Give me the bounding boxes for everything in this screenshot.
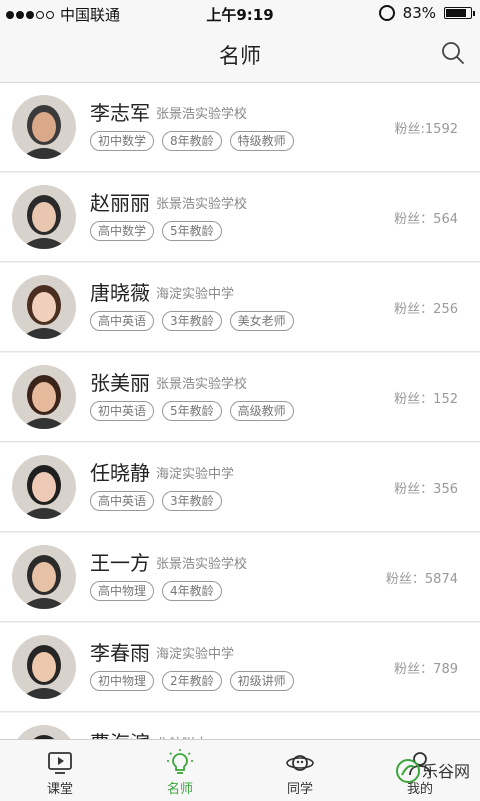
lightbulb-icon [167, 749, 193, 774]
teacher-name: 唐晓薇 [90, 281, 150, 305]
teacher-tags: 初中物理 2年教龄 初级讲师 [90, 671, 294, 691]
tab-label: 课堂 [46, 782, 73, 797]
teacher-row[interactable]: 李春雨 海淀实验中学 初中物理 2年教龄 初级讲师 粉丝：789 [0, 623, 480, 712]
tab-label: 同学 [286, 782, 313, 797]
fans-count: 粉丝:1592 [394, 122, 458, 137]
tab-label: 名师 [166, 782, 193, 797]
teacher-row[interactable]: 王一方 张景浩实验学校 高中物理 4年教龄 粉丝：5874 [0, 533, 480, 622]
teacher-tags: 高中英语 3年教龄 [90, 491, 222, 511]
fans-count: 粉丝：356 [394, 482, 458, 497]
tag-badge: 初级讲师 [229, 671, 294, 691]
tag-badge: 5年教龄 [162, 221, 222, 241]
tag-badge: 3年教龄 [162, 311, 222, 331]
tag-badge: 3年教龄 [162, 491, 222, 511]
teacher-school: 张景浩实验学校 [156, 377, 248, 392]
avatar [12, 635, 76, 699]
tag-badge: 4年教龄 [162, 581, 222, 601]
tab-classroom[interactable]: 课堂 [0, 740, 120, 801]
teacher-row[interactable]: 曹海滨北航附中 [0, 713, 480, 739]
avatar [12, 545, 76, 609]
teacher-tags: 高中数学 5年教龄 [90, 221, 222, 241]
avatar [12, 455, 76, 519]
status-right: 83% [378, 4, 475, 22]
tag-badge: 初中物理 [90, 671, 155, 691]
tab-teachers[interactable]: 名师 [120, 740, 240, 801]
tag-badge: 特级教师 [229, 131, 294, 151]
teacher-tags: 高中英语 3年教龄 美女老师 [90, 311, 294, 331]
tab-classmates[interactable]: 同学 [240, 740, 360, 801]
teacher-tags: 高中物理 4年教龄 [90, 581, 222, 601]
status-bar: 中国联通 上午9:19 83% [0, 0, 480, 26]
teacher-school: 张景浩实验学校 [156, 107, 248, 122]
nav-bar: 名师 [0, 26, 480, 83]
teacher-row[interactable]: 唐晓薇 海淀实验中学 高中英语 3年教龄 美女老师 粉丝：256 [0, 263, 480, 352]
tag-badge: 5年教龄 [162, 401, 222, 421]
fans-count: 粉丝：152 [394, 392, 458, 407]
teacher-tags: 初中英语 5年教龄 高级教师 [90, 401, 294, 421]
search-button[interactable] [440, 40, 466, 66]
search-icon [442, 42, 464, 64]
tab-bar: 课堂 名师 同学 我的 乐谷网 [0, 739, 480, 801]
battery-percent: 83% [402, 4, 436, 22]
alarm-icon [378, 5, 395, 21]
tag-badge: 高中数学 [90, 221, 155, 241]
avatar [12, 185, 76, 249]
battery-icon [444, 7, 475, 19]
teacher-name: 李志军 [90, 101, 150, 125]
teacher-name: 赵丽丽 [90, 191, 150, 215]
avatar [12, 725, 76, 739]
teacher-row[interactable]: 赵丽丽 张景浩实验学校 高中数学 5年教龄 粉丝：564 [0, 173, 480, 262]
teacher-row[interactable]: 张美丽 张景浩实验学校 初中英语 5年教龄 高级教师 粉丝：152 [0, 353, 480, 442]
svg-text:乐谷网: 乐谷网 [422, 762, 470, 781]
teacher-school: 张景浩实验学校 [156, 557, 248, 572]
fans-count: 粉丝：5874 [385, 572, 458, 587]
teacher-name: 任晓静 [90, 461, 150, 485]
teacher-name: 曹海滨 [90, 727, 150, 739]
teacher-list[interactable]: 李志军 张景浩实验学校 初中数学 8年教龄 特级教师 粉丝:1592 赵丽丽 张景浩实验学校高… [0, 83, 480, 739]
tag-badge: 高中物理 [90, 581, 155, 601]
tag-badge: 高中英语 [90, 491, 155, 511]
teacher-tags: 初中数学 8年教龄 特级教师 [90, 131, 294, 151]
fans-count: 粉丝：564 [394, 212, 458, 227]
avatar [12, 365, 76, 429]
planet-icon [286, 755, 314, 771]
teacher-school: 海淀实验中学 [156, 467, 235, 482]
teacher-name: 张美丽 [90, 371, 150, 395]
tag-badge: 8年教龄 [162, 131, 222, 151]
classroom-icon [48, 752, 72, 774]
teacher-name: 王一方 [90, 551, 150, 575]
teacher-row[interactable]: 李志军 张景浩实验学校 初中数学 8年教龄 特级教师 粉丝:1592 [0, 83, 480, 172]
fans-count: 粉丝：256 [394, 302, 458, 317]
teacher-row[interactable]: 任晓静 海淀实验中学 高中英语 3年教龄 粉丝：356 [0, 443, 480, 532]
tag-badge: 初中数学 [90, 131, 155, 151]
tag-badge: 高级教师 [229, 401, 294, 421]
fans-count: 粉丝：789 [394, 662, 458, 677]
teacher-school: 海淀实验中学 [156, 647, 235, 662]
teacher-name: 李春雨 [90, 641, 150, 665]
teacher-school: 张景浩实验学校 [156, 197, 248, 212]
watermark-logo: 乐谷网 [394, 753, 474, 793]
tag-badge: 初中英语 [90, 401, 155, 421]
avatar [12, 95, 76, 159]
tag-badge: 2年教龄 [162, 671, 222, 691]
avatar [12, 275, 76, 339]
teacher-school: 海淀实验中学 [156, 287, 235, 302]
tag-badge: 高中英语 [90, 311, 155, 331]
tag-badge: 美女老师 [229, 311, 294, 331]
page-title: 名师 [219, 44, 261, 68]
